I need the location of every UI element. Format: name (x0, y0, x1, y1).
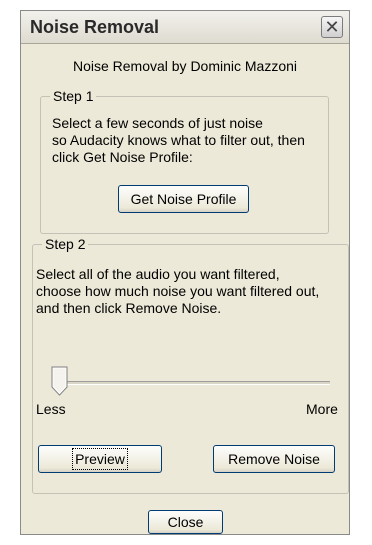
step2-instructions: Select all of the audio you want filtere… (36, 266, 319, 317)
step1-instructions: Select a few seconds of just noise so Au… (52, 115, 305, 166)
step2-line: Select all of the audio you want filtere… (36, 266, 280, 282)
step1-line: Select a few seconds of just noise (52, 115, 263, 131)
step2-line: choose how much noise you want filtered … (36, 283, 320, 299)
slider-max-label: More (306, 401, 338, 417)
preview-button[interactable]: Preview (38, 445, 162, 473)
close-window-icon[interactable]: ✕ (321, 16, 343, 38)
title-bar[interactable]: Noise Removal ✕ (21, 11, 349, 44)
close-label: Close (167, 514, 204, 530)
slider-thumb[interactable] (51, 366, 68, 396)
dialog-title: Noise Removal (30, 17, 160, 37)
noise-removal-dialog: Noise Removal ✕ Noise Removal by Dominic… (20, 10, 350, 535)
get-noise-profile-button[interactable]: Get Noise Profile (118, 185, 249, 213)
step2-legend: Step 2 (42, 236, 89, 252)
step1-group: Step 1 Select a few seconds of just nois… (40, 88, 329, 234)
step1-line: click Get Noise Profile: (52, 149, 193, 165)
plugin-byline: Noise Removal by Dominic Mazzoni (72, 58, 298, 74)
step1-line: so Audacity knows what to filter out, th… (52, 132, 305, 148)
get-noise-profile-label: Get Noise Profile (130, 191, 237, 207)
close-button[interactable]: Close (148, 510, 223, 534)
remove-noise-button[interactable]: Remove Noise (213, 445, 335, 473)
noise-reduction-slider[interactable] (60, 381, 330, 385)
preview-label: Preview (72, 448, 128, 470)
slider-min-label: Less (36, 401, 66, 417)
step2-line: and then click Remove Noise. (36, 300, 222, 316)
remove-noise-label: Remove Noise (228, 451, 320, 467)
step1-legend: Step 1 (50, 88, 97, 104)
